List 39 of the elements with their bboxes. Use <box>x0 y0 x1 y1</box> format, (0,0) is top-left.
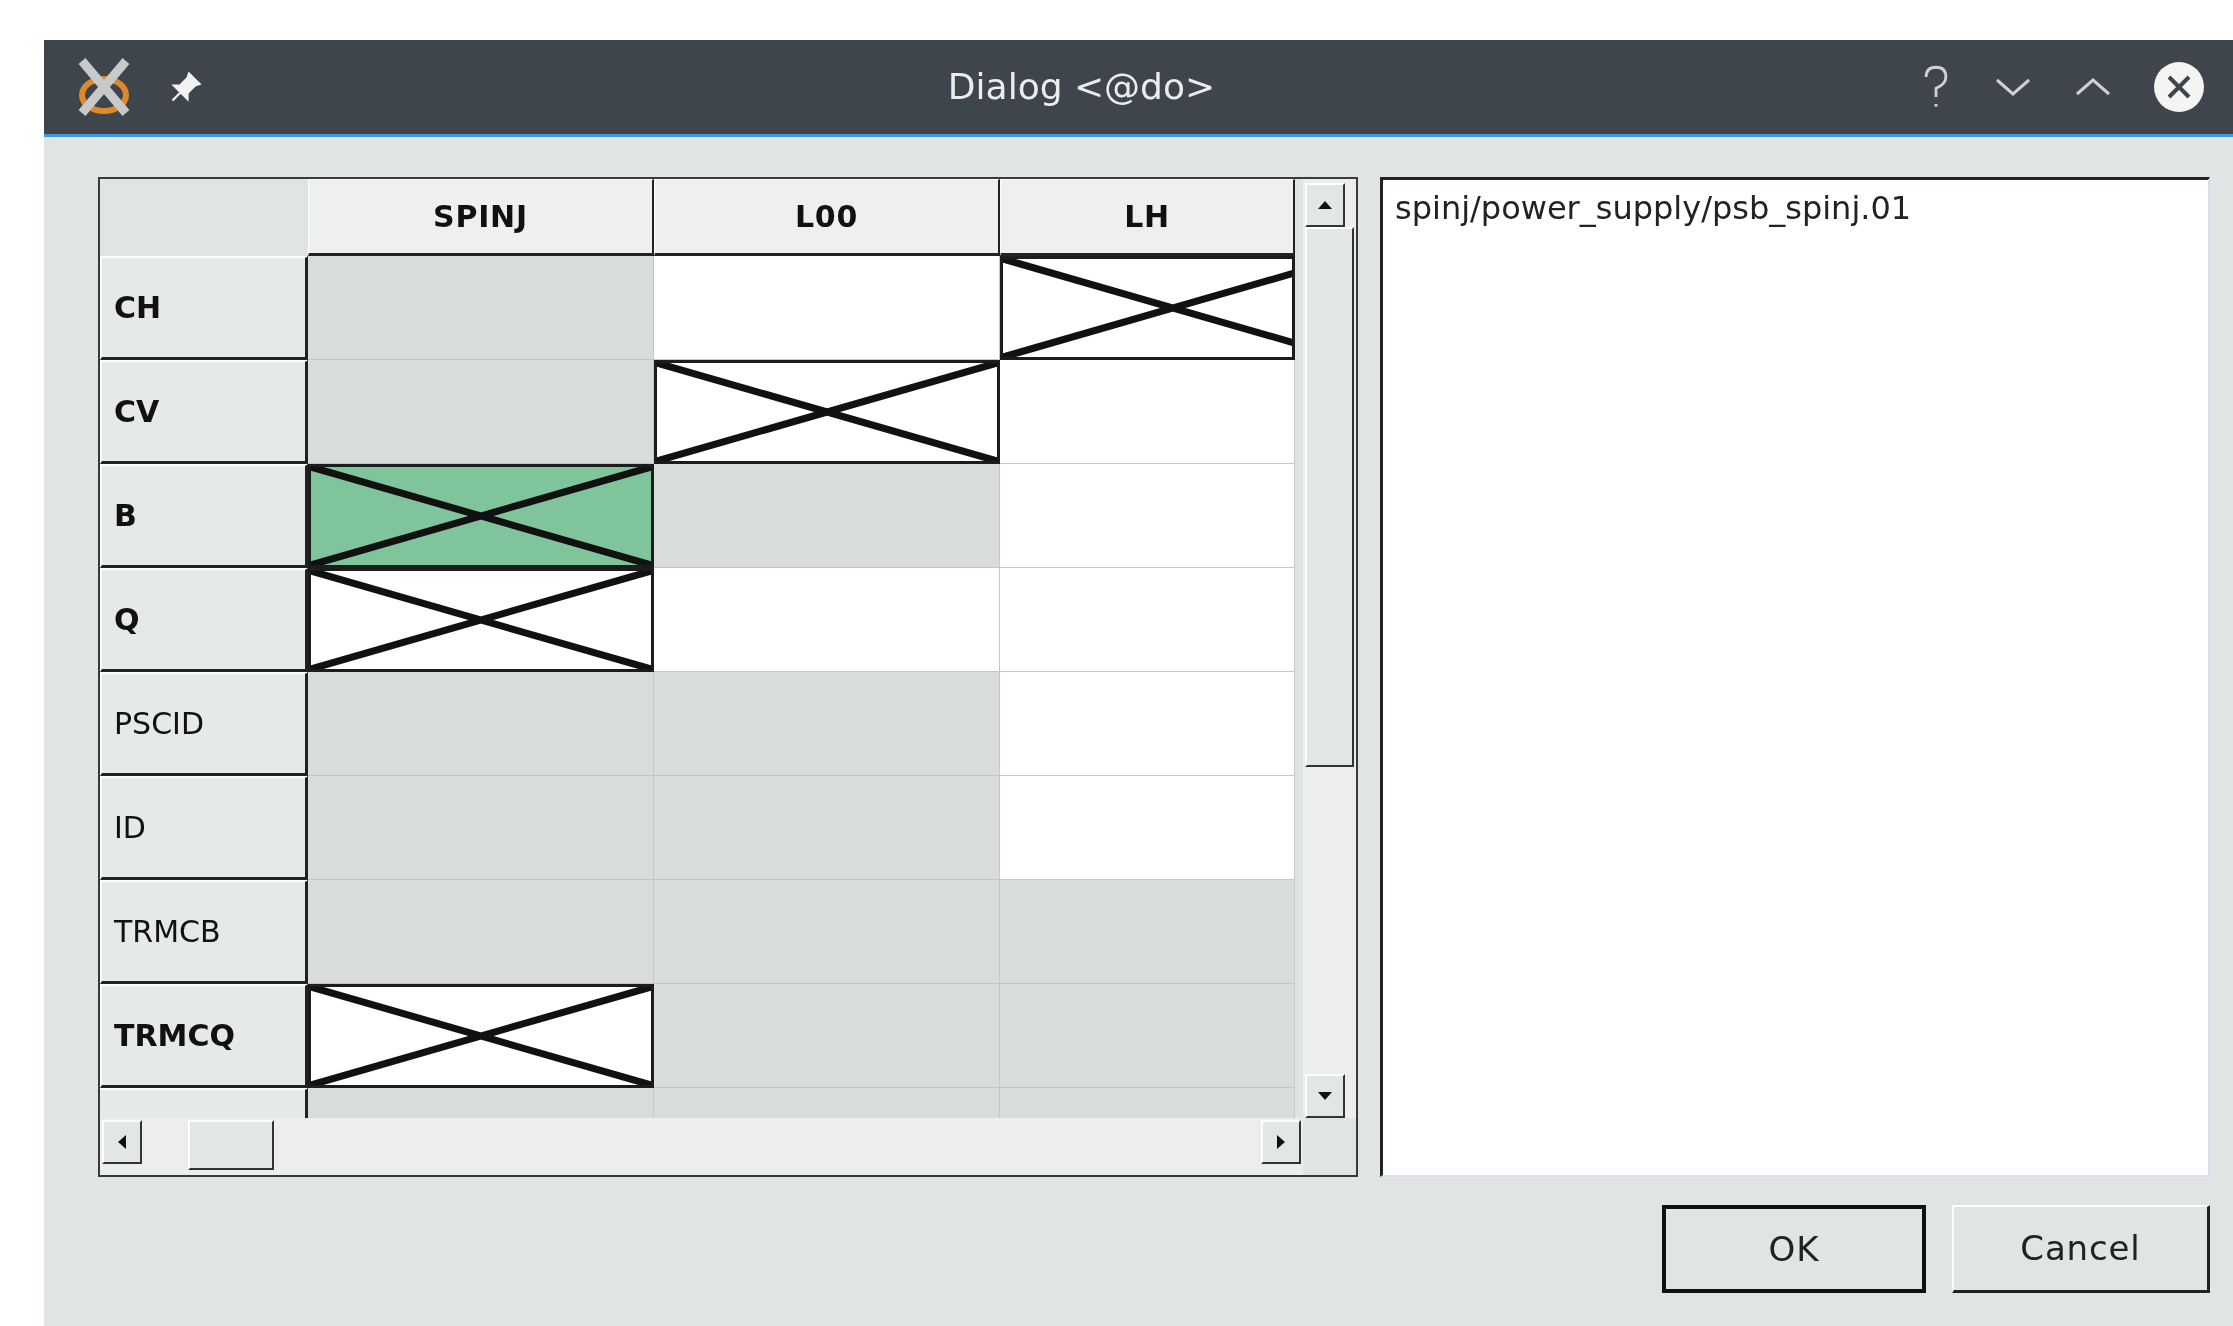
table-cell[interactable] <box>308 984 654 1088</box>
triangle-down-icon <box>1318 1092 1332 1100</box>
close-icon[interactable] <box>2153 61 2205 113</box>
window-title: Dialog <@do> <box>946 65 1216 109</box>
horizontal-scrollbar[interactable] <box>100 1118 1303 1175</box>
table-cell[interactable] <box>308 568 654 672</box>
row-header[interactable]: ID <box>100 776 308 880</box>
cross-icon <box>311 467 651 565</box>
table-cell[interactable] <box>308 464 654 568</box>
table-cell[interactable] <box>654 360 1000 464</box>
row-header[interactable]: CH <box>100 256 308 360</box>
row-header[interactable]: Q <box>100 568 308 672</box>
scrollbar-thumb[interactable] <box>1305 227 1354 767</box>
cross-icon <box>311 987 651 1085</box>
row-header[interactable]: CV <box>100 360 308 464</box>
row-header[interactable]: TRMCQ <box>100 984 308 1088</box>
scroll-down-button[interactable] <box>1305 1074 1345 1118</box>
cancel-button[interactable]: Cancel <box>1952 1205 2210 1293</box>
triangle-right-icon <box>1277 1135 1285 1149</box>
scrollbar-thumb[interactable] <box>188 1120 274 1170</box>
list-item[interactable]: spinj/power_supply/psb_spinj.01 <box>1395 184 2196 232</box>
ok-button[interactable]: OK <box>1662 1205 1926 1293</box>
table-cell[interactable] <box>1000 256 1295 360</box>
scroll-right-button[interactable] <box>1261 1120 1301 1164</box>
cross-icon <box>1003 259 1292 357</box>
row-header[interactable]: TRMCB <box>100 880 308 984</box>
pin-icon[interactable] <box>168 69 204 105</box>
cross-icon <box>311 571 651 669</box>
column-header[interactable]: SPINJ <box>308 179 654 256</box>
vertical-scrollbar[interactable] <box>1303 179 1356 1118</box>
cross-icon <box>657 363 997 461</box>
row-header[interactable]: B <box>100 464 308 568</box>
row-header[interactable]: PSCID <box>100 672 308 776</box>
scroll-up-button[interactable] <box>1305 183 1345 227</box>
scroll-left-button[interactable] <box>102 1120 142 1164</box>
column-header[interactable]: LH <box>1000 179 1295 256</box>
triangle-left-icon <box>118 1135 126 1149</box>
column-header[interactable]: L00 <box>654 179 1000 256</box>
triangle-up-icon <box>1318 201 1332 209</box>
